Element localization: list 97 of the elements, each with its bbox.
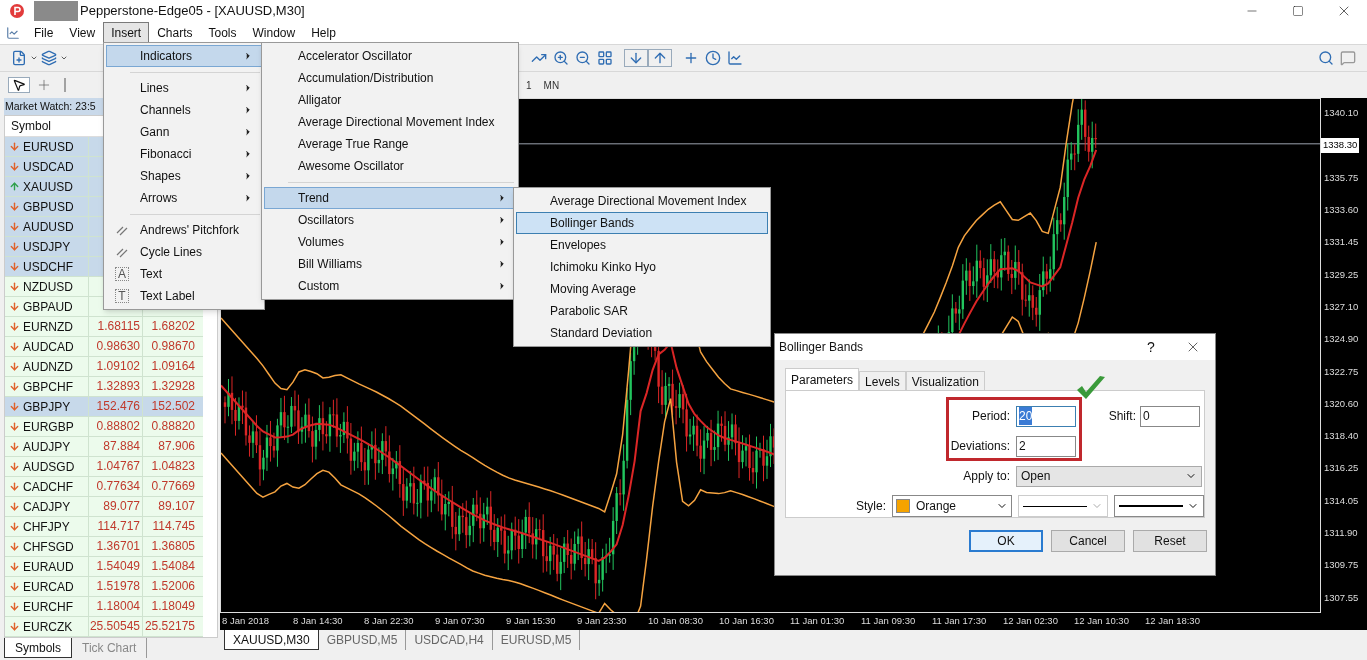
price-label: 1340.10 [1323,106,1360,120]
symbol-cell-text: GBPCHF [23,378,73,396]
symbol-cell-text: GBPUSD [23,198,74,216]
price-label: 1327.10 [1323,299,1360,314]
price-label: 1322.75 [1323,364,1360,379]
symbol-cell-text: GBPJPY [23,398,71,416]
time-label: 9 Jan 23:30 [577,614,628,629]
price-label: 1314.05 [1323,493,1360,508]
bid-cell: 1.18004 [96,599,140,613]
ask-cell: 152.502 [151,399,195,413]
symbol-cell-text: AUDNZD [23,358,73,376]
symbol-cell-text: USDCAD [23,158,74,176]
ask-cell: 1.36805 [151,539,195,553]
ask-cell: 1.52006 [151,579,195,593]
time-label: 11 Jan 17:30 [932,614,988,629]
ask-cell: 1.68202 [151,319,195,333]
bid-cell: 1.68115 [97,319,140,333]
ask-cell: 0.88820 [151,419,195,433]
bid-cell: 0.77634 [96,479,140,493]
bid-cell: 1.54049 [96,559,140,573]
price-label: 1333.60 [1323,202,1360,217]
symbol-cell-text: CHFSGD [23,538,74,556]
dialog-title: Bollinger Bands [779,339,864,356]
symbol-cell-text: USDCHF [23,258,73,276]
time-label: 9 Jan 07:30 [435,614,486,629]
bid-cell: 1.51978 [96,579,140,593]
symbol-cell-text: EURUSD [23,138,74,156]
time-label: 8 Jan 14:30 [293,614,344,629]
bid-cell: 87.884 [103,439,140,453]
symbol-cell-text: USDJPY [23,238,71,256]
ask-cell: 1.54084 [151,559,195,573]
symbol-cell-text: GBPAUD [23,298,73,316]
current-price-tag: 1338.30 [1321,138,1360,153]
symbol-cell-text: EURNZD [23,318,73,336]
price-label: 1320.60 [1323,396,1360,411]
symbol-cell-text: CADJPY [23,498,71,516]
apply-to-label: Apply to: [962,468,1011,485]
time-label: 11 Jan 01:30 [790,614,846,629]
ask-cell: 1.32928 [151,379,195,393]
time-label: 11 Jan 09:30 [861,614,917,629]
symbol-cell-text: EURGBP [23,418,74,436]
ask-cell: 1.18049 [151,599,195,613]
price-label: 1311.90 [1323,526,1359,541]
price-label: 1331.45 [1323,235,1360,250]
tool-icon: A [115,267,129,281]
bid-cell: 152.476 [96,399,140,413]
shift-label: Shift: [1107,408,1137,425]
price-label: 1324.90 [1323,332,1360,347]
symbol-cell-text: AUDSGD [23,458,75,476]
ask-cell: 25.52175 [144,619,195,633]
time-label: 8 Jan 22:30 [364,614,415,629]
symbol-cell-text: AUDUSD [23,218,74,236]
symbol-cell-text: AUDJPY [23,438,71,456]
panel-title: Market Watch: 23:5 [4,98,96,114]
symbol-cell-text: EURCZK [23,618,73,636]
symbol-cell-text: AUDCAD [23,338,74,356]
ask-cell: 89.107 [158,499,195,513]
time-label: 10 Jan 08:30 [648,614,704,629]
ask-cell: 0.98670 [151,339,195,353]
bid-cell: 1.32893 [96,379,140,393]
bid-cell: 25.50545 [89,619,140,633]
window-title: Pepperstone-Edge05 - [XAUUSD,M30] [80,2,305,21]
price-label: 1318.40 [1323,429,1360,444]
period-label: Period: [970,408,1011,425]
price-label: 1329.25 [1323,267,1360,282]
symbol-cell-text: EURCAD [23,578,74,596]
time-label: 12 Jan 02:30 [1003,614,1059,629]
time-label: 8 Jan 2018 [222,614,270,629]
bid-cell: 0.98630 [96,339,140,353]
symbol-cell-text: XAUUSD [23,178,73,196]
ask-cell: 87.906 [158,439,195,453]
time-label: 10 Jan 16:30 [719,614,775,629]
bid-cell: 1.09102 [96,359,140,373]
ask-cell: 114.745 [152,519,195,533]
deviations-label: Deviations: [949,438,1011,455]
bid-cell: 1.04767 [96,459,140,473]
style-label: Style: [855,498,887,515]
tool-icon: T [115,289,129,303]
ask-cell: 0.77669 [151,479,195,493]
price-label: 1316.25 [1323,461,1360,476]
symbol-cell-text: NZDUSD [23,278,73,296]
time-label: 9 Jan 15:30 [506,614,557,629]
ask-cell: 1.04823 [151,459,195,473]
symbol-cell-text: EURCHF [23,598,73,616]
symbol-cell-text: CHFJPY [23,518,70,536]
bid-cell: 1.36701 [96,539,140,553]
bid-cell: 89.077 [103,499,140,513]
bid-cell: 114.717 [97,519,140,533]
bid-cell: 0.88802 [96,419,140,433]
symbol-cell-text: EURAUD [23,558,74,576]
price-label: 1335.75 [1323,170,1360,185]
symbol-cell-text: CADCHF [23,478,73,496]
ask-cell: 1.09164 [151,359,195,373]
time-label: 12 Jan 10:30 [1074,614,1130,629]
price-label: 1307.55 [1323,590,1360,605]
time-label: 12 Jan 18:30 [1145,614,1201,629]
price-label: 1309.75 [1323,558,1360,573]
